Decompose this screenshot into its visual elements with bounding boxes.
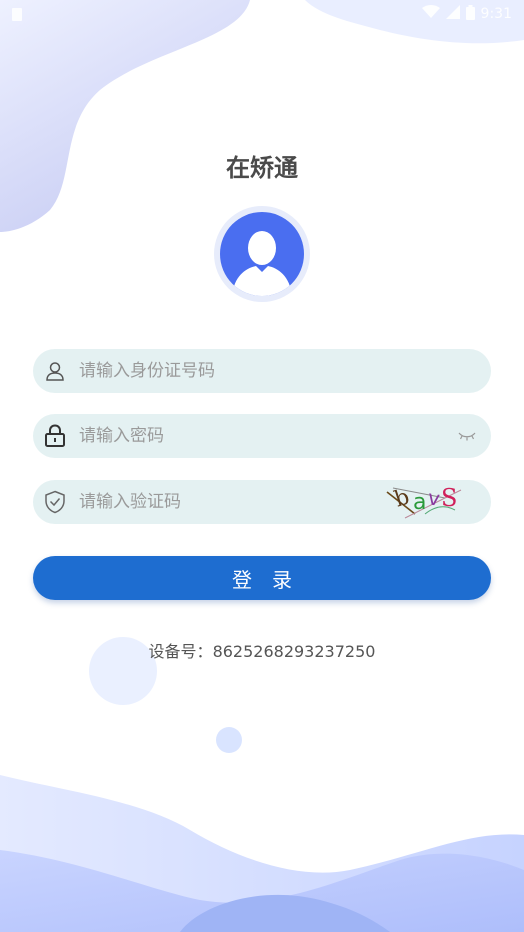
captcha-char-2: a bbox=[413, 490, 427, 515]
background bbox=[0, 0, 524, 932]
password-field bbox=[33, 414, 491, 458]
captcha-field: b a v S bbox=[33, 480, 491, 524]
id-number-field bbox=[33, 349, 491, 393]
battery-icon bbox=[465, 4, 475, 24]
lock-icon bbox=[43, 424, 67, 448]
status-time: 9:31 bbox=[480, 6, 512, 22]
device-label: 设备号： bbox=[148, 642, 213, 661]
status-left bbox=[12, 7, 22, 21]
user-icon bbox=[43, 359, 67, 383]
app-title: 在矫通 bbox=[226, 154, 298, 182]
captcha-char-4: S bbox=[441, 484, 458, 512]
captcha-input[interactable] bbox=[79, 480, 385, 524]
notification-icon bbox=[12, 7, 22, 21]
device-value: 8625268293237250 bbox=[212, 642, 376, 661]
password-input[interactable] bbox=[79, 414, 455, 458]
avatar-person-icon bbox=[220, 212, 304, 296]
login-button[interactable]: 登录 bbox=[33, 556, 491, 600]
status-bar: 9:31 bbox=[0, 0, 524, 28]
status-right: 9:31 bbox=[421, 4, 512, 24]
device-number: 设备号：8625268293237250 bbox=[0, 638, 524, 662]
eye-closed-icon[interactable] bbox=[455, 424, 479, 448]
avatar bbox=[214, 206, 310, 302]
signal-icon bbox=[445, 5, 460, 23]
wifi-icon bbox=[421, 5, 440, 23]
id-number-input[interactable] bbox=[79, 349, 491, 393]
captcha-image[interactable]: b a v S bbox=[385, 484, 463, 520]
shield-icon bbox=[43, 490, 67, 514]
